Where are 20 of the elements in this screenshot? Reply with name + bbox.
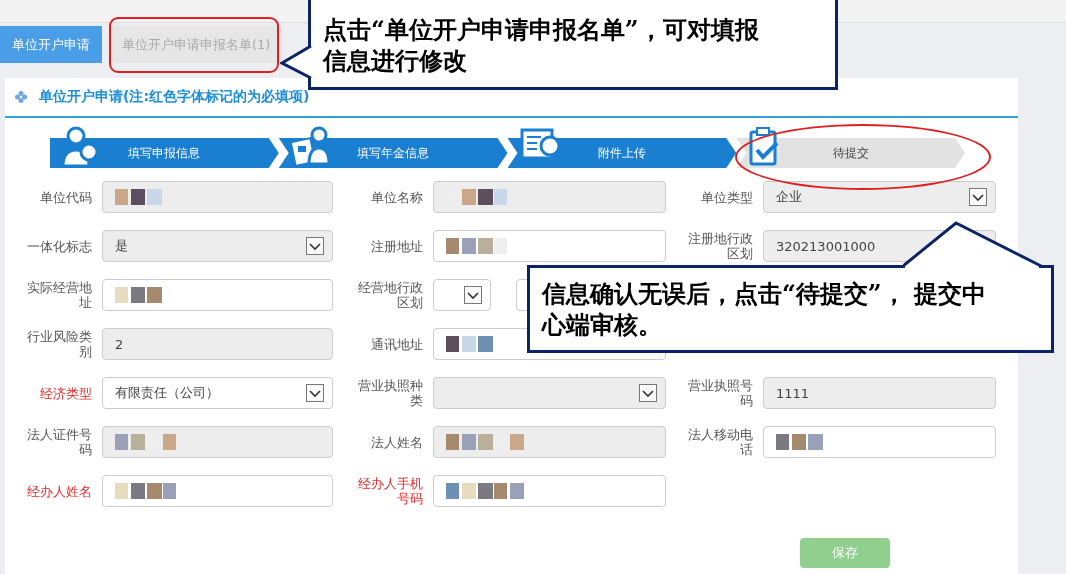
callout-tooltip: 点击“单位开户申请申报名单”，可对填报信息进行修改 <box>308 0 838 90</box>
field-label: 经办人手机号码 <box>357 476 423 506</box>
field-label: 经办人姓名 <box>27 483 92 499</box>
field-label: 法人姓名 <box>371 434 423 450</box>
field-label: 单位类型 <box>701 189 753 205</box>
field-label: 注册地行政区划 <box>687 231 753 261</box>
field-label: 经营地行政区划 <box>357 280 423 310</box>
field-label: 法人移动电话 <box>687 427 753 457</box>
field-label: 营业执照号码 <box>687 378 753 408</box>
field-label: 行业风险类别 <box>26 329 92 359</box>
field-label: 营业执照种类 <box>357 378 423 408</box>
field-label: 通讯地址 <box>371 336 423 352</box>
field-label: 单位代码 <box>40 189 92 205</box>
field-label: 法人证件号码 <box>26 427 92 457</box>
field-label: 经济类型 <box>40 385 92 401</box>
panel-title: 单位开户申请(注:红色字体标记的为必填项) <box>39 88 310 106</box>
field-label: 注册地址 <box>371 238 423 254</box>
field-label: 单位名称 <box>371 189 423 205</box>
field-label: 一体化标志 <box>27 238 92 254</box>
field-label: 实际经营地址 <box>26 280 92 310</box>
